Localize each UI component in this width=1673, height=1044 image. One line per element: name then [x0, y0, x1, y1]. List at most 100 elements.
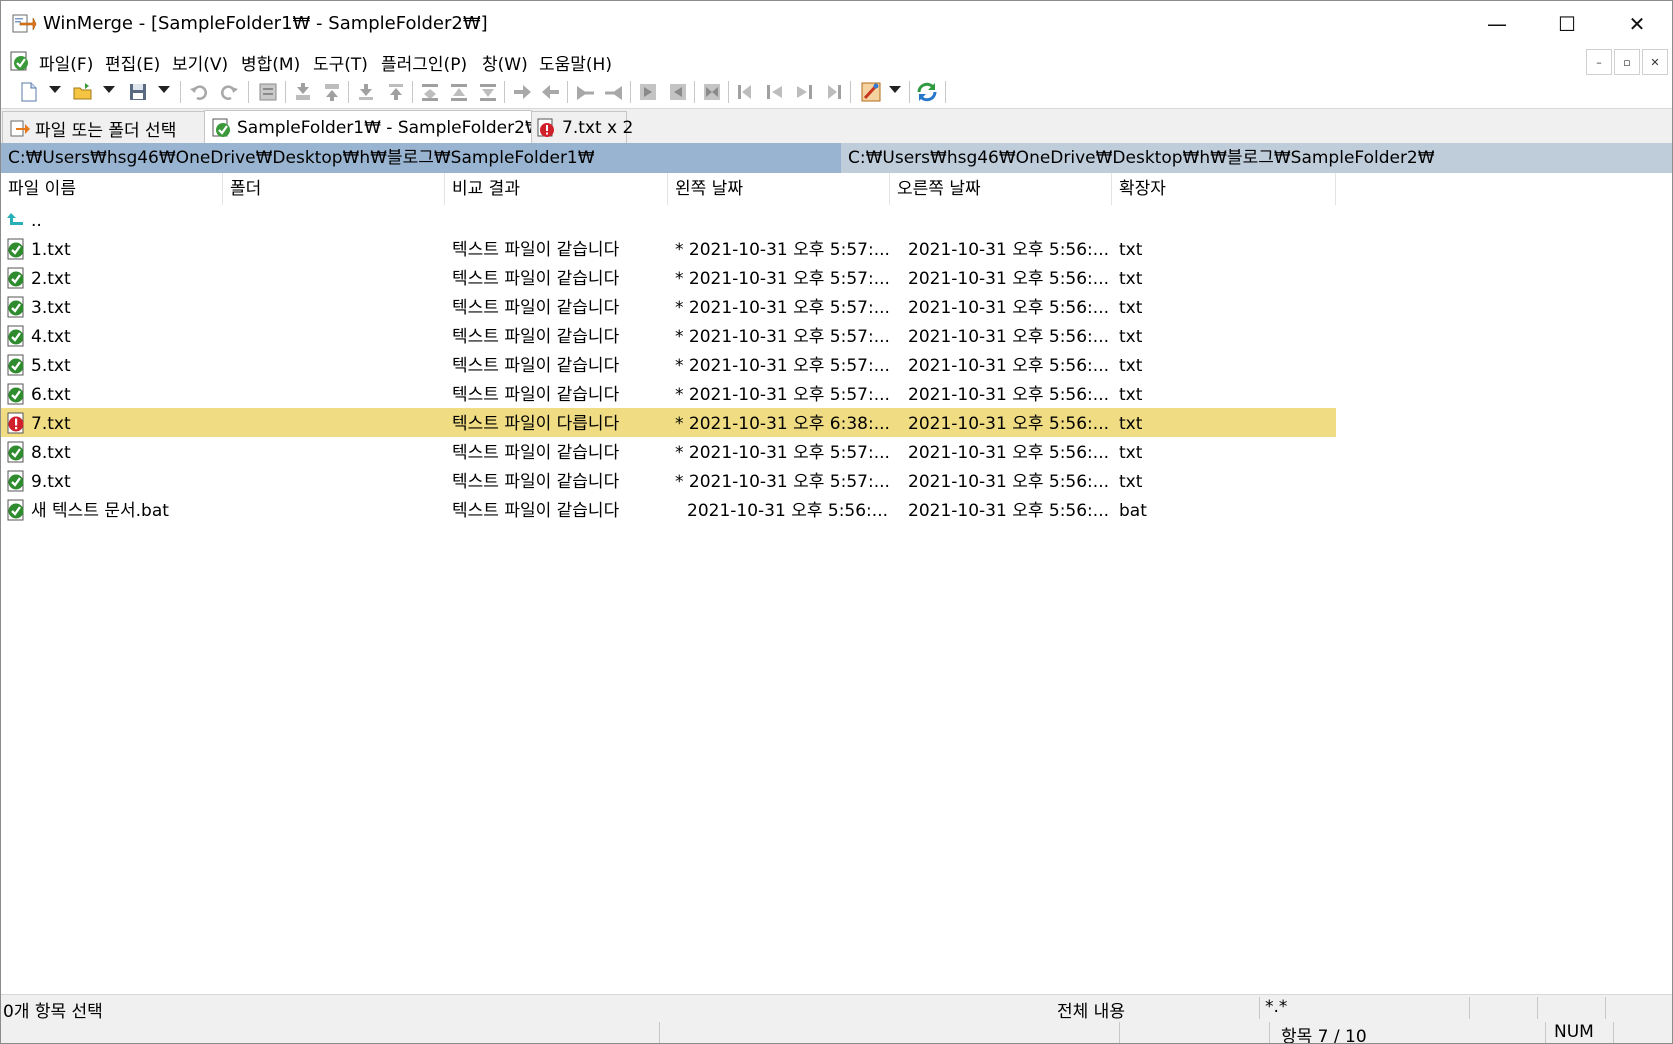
extension: txt	[1119, 414, 1143, 434]
status-divider	[1259, 997, 1260, 1019]
copy-right-advance-icon[interactable]	[573, 80, 597, 104]
redo-icon[interactable]	[217, 80, 241, 104]
right-path[interactable]: C:₩Users₩hsg46₩OneDrive₩Desktop₩h₩블로그₩Sa…	[841, 143, 1672, 173]
table-row[interactable]: 6.txt 텍스트 파일이 같습니다 * 2021-10-31 오후 5:57:…	[1, 379, 1336, 408]
right-diff-last-icon[interactable]	[821, 80, 845, 104]
table-row[interactable]: 1.txt 텍스트 파일이 같습니다 * 2021-10-31 오후 5:57:…	[1, 234, 1336, 263]
menu-plugins[interactable]: 플러그인(P)	[381, 50, 467, 75]
list-item-parent[interactable]: ..	[1, 205, 1336, 234]
left-diff-first-icon[interactable]	[734, 80, 758, 104]
toolbar-separator	[728, 81, 729, 103]
toolbar-separator	[504, 81, 505, 103]
options-icon[interactable]	[256, 80, 280, 104]
right-date: 2021-10-31 오후 5:56:...	[908, 501, 1109, 521]
file-name: 6.txt	[31, 385, 71, 405]
menu-window[interactable]: 창(W)	[482, 50, 528, 75]
mdi-close-button[interactable]: ✕	[1642, 49, 1668, 75]
table-row[interactable]: 4.txt 텍스트 파일이 같습니다 * 2021-10-31 오후 5:57:…	[1, 321, 1336, 350]
current-diff-icon[interactable]	[418, 80, 442, 104]
copy-all-left-icon[interactable]	[666, 80, 690, 104]
compare-result: 텍스트 파일이 같습니다	[452, 269, 620, 289]
table-row[interactable]: 3.txt 텍스트 파일이 같습니다 * 2021-10-31 오후 5:57:…	[1, 292, 1336, 321]
status-divider	[1545, 1022, 1546, 1043]
prev-diff-icon[interactable]	[320, 80, 344, 104]
mdi-restore-button[interactable]: ▫	[1614, 49, 1640, 75]
tab-label: 파일 또는 폴더 선택	[35, 120, 177, 141]
extension: txt	[1119, 472, 1143, 492]
menu-edit[interactable]: 편집(E)	[105, 50, 160, 75]
copy-all-right-icon[interactable]	[636, 80, 660, 104]
table-row-selected[interactable]: 7.txt 텍스트 파일이 다릅니다 * 2021-10-31 오후 6:38:…	[1, 408, 1336, 437]
table-row[interactable]: 9.txt 텍스트 파일이 같습니다 * 2021-10-31 오후 5:57:…	[1, 466, 1336, 495]
next-diff-icon[interactable]	[291, 80, 315, 104]
menu-help[interactable]: 도움말(H)	[539, 50, 612, 75]
toolbar-separator	[248, 81, 249, 103]
col-filename[interactable]: 파일 이름	[1, 173, 223, 205]
copy-both-icon[interactable]	[700, 80, 724, 104]
extension: bat	[1119, 501, 1147, 521]
last-diff-icon[interactable]	[384, 80, 408, 104]
left-date: * 2021-10-31 오후 5:57:...	[675, 356, 890, 376]
status-divider	[1605, 997, 1606, 1019]
new-dropdown-icon[interactable]	[49, 86, 61, 93]
new-icon[interactable]	[17, 80, 41, 104]
col-extension[interactable]: 확장자	[1112, 173, 1336, 205]
menu-tools[interactable]: 도구(T)	[313, 50, 368, 75]
left-diff-prev-icon[interactable]	[763, 80, 787, 104]
copy-left-icon[interactable]	[539, 80, 563, 104]
file-name: 7.txt	[31, 414, 71, 434]
first-diff-icon[interactable]	[354, 80, 378, 104]
table-row[interactable]: 5.txt 텍스트 파일이 같습니다 * 2021-10-31 오후 5:57:…	[1, 350, 1336, 379]
diff-down-icon[interactable]	[476, 80, 500, 104]
col-result[interactable]: 비교 결과	[445, 173, 668, 205]
status-divider	[1119, 1022, 1120, 1043]
status-bar-bottom: 항목 7 / 10 NUM	[1, 1020, 1672, 1043]
left-date: * 2021-10-31 오후 5:57:...	[675, 472, 890, 492]
toolbar-separator	[945, 81, 946, 103]
col-left-date[interactable]: 왼쪽 날짜	[668, 173, 890, 205]
save-icon[interactable]	[126, 80, 150, 104]
file-name: 새 텍스트 문서.bat	[31, 501, 169, 521]
diff-up-icon[interactable]	[447, 80, 471, 104]
table-row[interactable]: 2.txt 텍스트 파일이 같습니다 * 2021-10-31 오후 5:57:…	[1, 263, 1336, 292]
col-folder[interactable]: 폴더	[223, 173, 445, 205]
compare-result: 텍스트 파일이 같습니다	[452, 327, 620, 347]
file-name: 4.txt	[31, 327, 71, 347]
tab-label: SampleFolder1₩ - SampleFolder2₩	[237, 118, 542, 138]
minimize-button[interactable]: —	[1462, 1, 1532, 47]
filter-label: 전체 내용	[1057, 1002, 1125, 1022]
open-icon[interactable]	[71, 80, 95, 104]
tab-file-compare[interactable]: 7.txt x 2	[531, 111, 633, 144]
table-row[interactable]: 새 텍스트 문서.bat 텍스트 파일이 같습니다 2021-10-31 오후 …	[1, 495, 1336, 524]
save-dropdown-icon[interactable]	[158, 86, 170, 93]
menu-file[interactable]: 파일(F)	[39, 50, 93, 75]
compare-result: 텍스트 파일이 같습니다	[452, 443, 620, 463]
extension: txt	[1119, 327, 1143, 347]
left-path[interactable]: C:₩Users₩hsg46₩OneDrive₩Desktop₩h₩블로그₩Sa…	[1, 143, 841, 173]
copy-left-advance-icon[interactable]	[602, 80, 626, 104]
maximize-button[interactable]: ☐	[1532, 1, 1602, 47]
tab-folder-compare[interactable]: SampleFolder1₩ - SampleFolder2₩	[204, 110, 542, 145]
mdi-minimize-button[interactable]: –	[1586, 49, 1612, 75]
menu-bar: 파일(F) 편집(E) 보기(V) 병합(M) 도구(T) 플러그인(P) 창(…	[1, 47, 1672, 75]
menu-view[interactable]: 보기(V)	[172, 50, 228, 75]
close-button[interactable]: ✕	[1602, 1, 1672, 47]
table-row[interactable]: 8.txt 텍스트 파일이 같습니다 * 2021-10-31 오후 5:57:…	[1, 437, 1336, 466]
plugins-dropdown-icon[interactable]	[889, 86, 901, 93]
col-right-date[interactable]: 오른쪽 날짜	[890, 173, 1112, 205]
refresh-icon[interactable]	[915, 80, 939, 104]
plugins-icon[interactable]	[859, 80, 883, 104]
folder-compare-icon	[211, 117, 233, 139]
right-diff-next-icon[interactable]	[792, 80, 816, 104]
open-dropdown-icon[interactable]	[103, 86, 115, 93]
same-file-icon	[5, 470, 27, 492]
open-folder-icon	[9, 117, 31, 139]
left-date: * 2021-10-31 오후 5:57:...	[675, 240, 890, 260]
tab-select-files[interactable]: 파일 또는 폴더 선택	[2, 111, 205, 144]
file-name: 3.txt	[31, 298, 71, 318]
copy-right-icon[interactable]	[510, 80, 534, 104]
right-date: 2021-10-31 오후 5:56:...	[908, 327, 1109, 347]
right-date: 2021-10-31 오후 5:56:...	[908, 443, 1109, 463]
menu-merge[interactable]: 병합(M)	[241, 50, 300, 75]
undo-icon[interactable]	[187, 80, 211, 104]
